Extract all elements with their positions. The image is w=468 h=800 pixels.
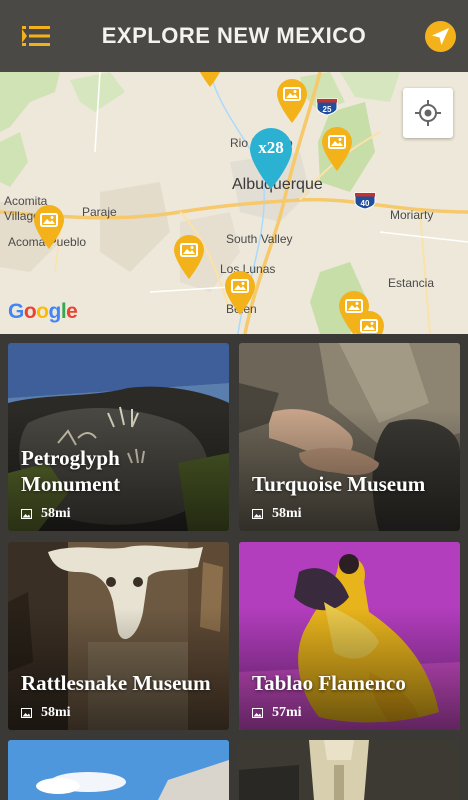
map-cluster-pin[interactable]: x28 — [248, 128, 294, 190]
map-label-paraje: Paraje — [82, 205, 117, 219]
card-distance-value: 58mi — [272, 506, 302, 521]
highway-shield-i25: 25 — [316, 98, 338, 116]
card-title: Rattlesnake Museum — [21, 671, 211, 695]
card-title: Tablao Flamenco — [252, 671, 406, 695]
card-distance: 58mi — [21, 705, 71, 721]
map-label-moriarty: Moriarty — [390, 208, 434, 222]
map-pin[interactable] — [193, 72, 227, 88]
card-photo — [239, 740, 460, 800]
menu-button[interactable] — [22, 24, 50, 48]
image-icon — [252, 708, 263, 718]
image-icon — [252, 509, 263, 519]
place-card-rattlesnake[interactable]: Rattlesnake Museum 58mi — [8, 542, 229, 730]
menu-icon — [22, 26, 50, 46]
places-grid: Petroglyph Monument 58mi Turquoise Museu… — [0, 334, 468, 800]
highway-shield-i40: 40 — [354, 192, 376, 210]
card-distance-value: 58mi — [41, 506, 71, 521]
cluster-count: x28 — [258, 138, 284, 157]
locate-button[interactable] — [425, 21, 456, 52]
place-card-partial[interactable] — [239, 740, 460, 800]
google-logo: Google — [8, 300, 78, 323]
image-icon — [21, 509, 32, 519]
card-title: Turquoise Museum — [252, 472, 426, 496]
map-pin[interactable] — [32, 204, 66, 250]
crosshair-icon — [415, 100, 441, 126]
card-distance: 57mi — [252, 705, 302, 721]
map-pin[interactable] — [223, 270, 257, 316]
map-pin[interactable] — [320, 126, 354, 172]
card-distance: 58mi — [252, 506, 302, 522]
page-title: EXPLORE NEW MEXICO — [101, 23, 367, 48]
map-pin[interactable] — [172, 234, 206, 280]
map-pin[interactable] — [275, 78, 309, 124]
highway-i40-number: 40 — [361, 199, 370, 208]
card-distance: 58mi — [21, 506, 71, 522]
place-card-petroglyph[interactable]: Petroglyph Monument 58mi — [8, 343, 229, 531]
navigation-arrow-icon — [431, 27, 450, 46]
place-card-partial[interactable] — [8, 740, 229, 800]
card-distance-value: 57mi — [272, 705, 302, 720]
image-icon — [21, 708, 32, 718]
map-label-estancia: Estancia — [388, 276, 435, 290]
card-title: Petroglyph Monument — [21, 446, 121, 496]
map-view[interactable]: Rio Rancho Albuquerque Acomita Village P… — [0, 72, 468, 334]
app-header: EXPLORE NEW MEXICO — [0, 0, 468, 72]
highway-i25-number: 25 — [323, 105, 332, 114]
map-label-south-valley: South Valley — [226, 232, 293, 246]
card-photo — [8, 740, 229, 800]
card-distance-value: 58mi — [41, 705, 71, 720]
place-card-flamenco[interactable]: Tablao Flamenco 57mi — [239, 542, 460, 730]
map-pin[interactable] — [352, 310, 386, 334]
place-card-turquoise[interactable]: Turquoise Museum 58mi — [239, 343, 460, 531]
my-location-button[interactable] — [403, 88, 453, 138]
